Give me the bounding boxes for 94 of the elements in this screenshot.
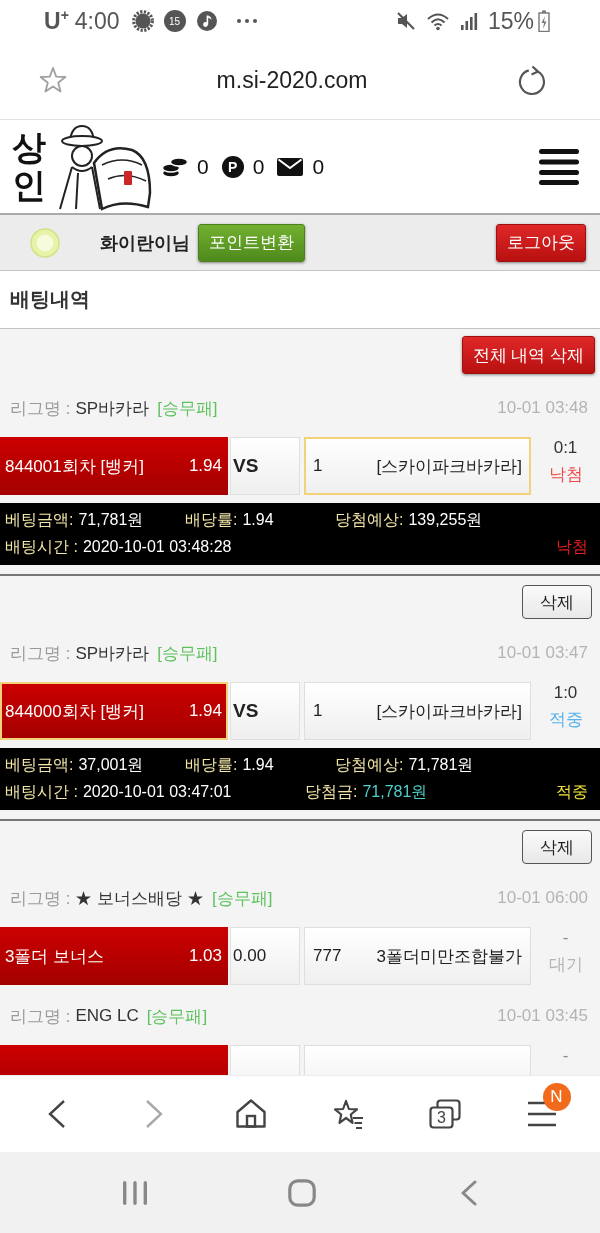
odds-rate-label: 배당률: <box>185 756 238 773</box>
match-date: 10-01 03:48 <box>497 398 588 418</box>
bet-time-value: 2020-10-01 03:48:28 <box>82 538 232 555</box>
away-team-name: 3폴더미만조합불가 <box>376 945 522 968</box>
page-title: 배팅내역 <box>10 287 90 312</box>
away-team-name: [스카이파크바카라] <box>376 700 522 723</box>
home-odds: 1.94 <box>188 456 222 476</box>
market-type: [승무패] <box>157 397 218 420</box>
logo-text[interactable]: 상인 <box>12 129 46 204</box>
league-label: 리그명 : <box>10 1005 71 1028</box>
league-name: ★ 보너스배당 ★ <box>75 887 204 910</box>
away-odds: 1 <box>313 456 323 476</box>
match-date: 10-01 06:00 <box>497 888 588 908</box>
bet-result: 적중 <box>556 782 588 802</box>
battery-percent: 15% <box>487 7 534 35</box>
home-odds: 1.94 <box>188 701 222 721</box>
market-type: [승무패] <box>211 887 273 910</box>
reload-icon[interactable] <box>516 64 548 97</box>
carrier-name: U$^{+}$ <box>44 7 69 35</box>
market-type: [승무패] <box>157 642 218 665</box>
bookmarks-icon[interactable] <box>331 1098 364 1130</box>
menu-icon[interactable] <box>526 1100 557 1128</box>
league-name: ENG LC <box>75 1006 139 1026</box>
middle-value: VS <box>233 455 259 477</box>
level-icon <box>30 227 60 258</box>
coins-icon <box>162 155 188 178</box>
match-score: 1:0 <box>553 684 578 702</box>
bet-time-label: 배팅시간 : <box>5 783 78 800</box>
odds-rate-label: 배당률: <box>185 511 238 528</box>
bet-time-value: 2020-10-01 03:47:01 <box>82 783 232 800</box>
league-label: 리그명 : <box>10 397 71 420</box>
home-team-name: 3폴더 보너스 <box>5 945 105 968</box>
expected-win-label: 당첨예상: <box>335 756 404 773</box>
expected-win-value: 139,255원 <box>408 511 483 528</box>
music-note-icon <box>195 10 218 32</box>
home-button-icon[interactable] <box>287 1178 316 1207</box>
bet-amount-label: 베팅금액: <box>5 511 74 528</box>
messages-count: 0 <box>312 154 325 179</box>
league-label: 리그명 : <box>10 642 71 665</box>
bet-amount-value: 71,781원 <box>78 511 144 528</box>
league-label: 리그명 : <box>10 887 71 910</box>
middle-value: VS <box>233 700 259 722</box>
starburst-icon <box>131 10 154 32</box>
winnings-value: 71,781원 <box>362 783 428 800</box>
league-name: SP바카라 <box>75 642 150 665</box>
menu-icon[interactable] <box>539 147 579 186</box>
home-odds: 1.03 <box>188 946 222 966</box>
tabs-button[interactable]: 3 <box>428 1099 461 1129</box>
more-icon <box>235 18 258 24</box>
home-team-name: 844000회차 [뱅커] <box>5 700 144 723</box>
tabs-icon <box>428 1099 461 1129</box>
market-type: [승무패] <box>146 1005 208 1028</box>
coins-count: 0 <box>197 154 209 179</box>
winnings-label: 당첨금: <box>305 783 358 800</box>
logout-button[interactable]: 로그아웃 <box>496 223 586 262</box>
notification-count: 15 <box>163 10 186 32</box>
points-symbol: P <box>221 155 244 178</box>
middle-value: 0.00 <box>233 946 267 966</box>
username: 화이란이님 <box>100 231 190 255</box>
match-date: 10-01 03:47 <box>497 643 588 663</box>
bet-amount-value: 37,001원 <box>78 756 144 773</box>
bet-result: 낙첨 <box>556 537 588 557</box>
match-result: 낙첨 <box>548 466 583 484</box>
points-count: 0 <box>252 154 265 179</box>
recents-icon[interactable] <box>121 1179 148 1206</box>
signal-icon <box>459 12 478 30</box>
clock-time: 4:00 <box>74 7 120 35</box>
expected-win-label: 당첨예상: <box>335 511 404 528</box>
away-odds: 1 <box>313 701 323 721</box>
url-text[interactable]: m.si-2020.com <box>68 67 516 94</box>
expected-win-value: 71,781원 <box>408 756 474 773</box>
mute-icon <box>395 11 416 31</box>
away-odds: 777 <box>313 946 342 966</box>
match-score: - <box>562 929 569 947</box>
home-icon[interactable] <box>234 1099 267 1129</box>
notification-badge: N <box>542 1083 571 1111</box>
match-date: 10-01 03:45 <box>497 1006 588 1026</box>
match-score: 0:1 <box>553 439 578 457</box>
match-score: - <box>562 1047 569 1065</box>
match-result: 대기 <box>548 956 583 974</box>
bet-amount-label: 베팅금액: <box>5 756 74 773</box>
battery-icon <box>538 10 550 32</box>
away-team-name: [스카이파크바카라] <box>376 455 522 478</box>
delete-all-button[interactable]: 전체 내역 삭제 <box>461 336 595 374</box>
odds-rate-value: 1.94 <box>242 756 274 773</box>
bet-time-label: 배팅시간 : <box>5 538 78 555</box>
envelope-icon <box>277 157 304 176</box>
wifi-icon <box>425 11 450 31</box>
home-team-name: 844001회차 [뱅커] <box>5 455 144 478</box>
delete-button[interactable]: 삭제 <box>522 830 592 864</box>
odds-rate-value: 1.94 <box>242 511 274 528</box>
delete-button[interactable]: 삭제 <box>522 585 592 619</box>
match-result: 적중 <box>548 711 583 729</box>
league-name: SP바카라 <box>75 397 150 420</box>
